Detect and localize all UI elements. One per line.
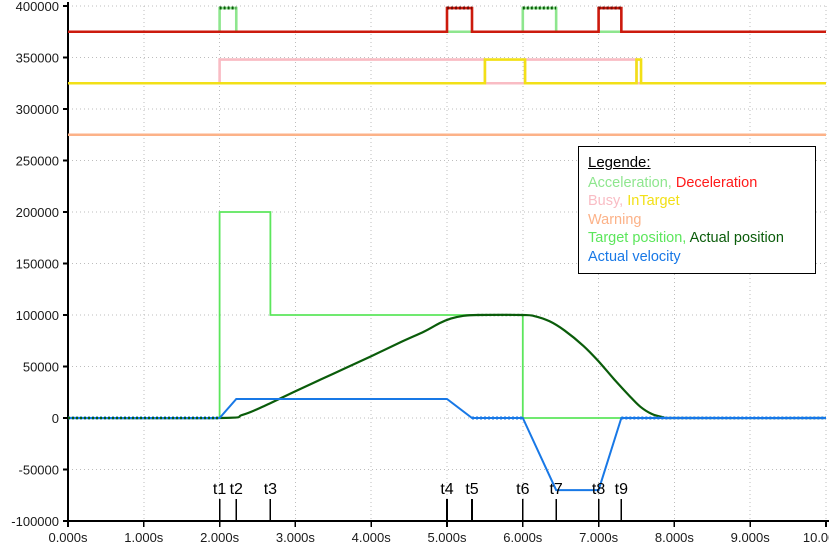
legend-row-acceleration-deceleration: Acceleration, Deceleration <box>588 174 806 192</box>
series-actual-velocity <box>68 397 826 492</box>
event-marker-label-t6: t6 <box>516 481 529 498</box>
marker-layer: t1 t2 t3 t4 t5 t6 t7 t8 t9 <box>213 481 628 521</box>
y-tick-label: 100000 <box>16 308 59 323</box>
x-tick-label: 3.000s <box>276 530 316 545</box>
y-tick-label: 0 <box>52 411 59 426</box>
legend-label-warning: Warning <box>588 211 642 228</box>
x-tick-label: 0.000s <box>48 530 88 545</box>
event-marker-label-t2: t2 <box>230 481 243 498</box>
legend-label-deceleration: Deceleration <box>675 175 758 192</box>
y-tick-label: 300000 <box>16 102 59 117</box>
legend-label-actual-position: Actual position <box>689 230 784 247</box>
y-tick-label: 250000 <box>16 154 59 169</box>
event-marker-label-t8: t8 <box>592 481 605 498</box>
event-marker-label-t3: t3 <box>264 481 277 498</box>
series-deceleration <box>68 6 826 34</box>
x-tick-label: 2.000s <box>200 530 240 545</box>
legend-label-target-position: Target position, <box>588 230 687 247</box>
x-tick-label: 7.000s <box>579 530 619 545</box>
legend-label-acceleration: Acceleration, <box>588 175 672 192</box>
y-tick-label: 150000 <box>16 257 59 272</box>
series-intarget <box>68 58 826 85</box>
x-tick-label: 6.000s <box>503 530 543 545</box>
x-tick-label: 4.000s <box>352 530 392 545</box>
x-tick-label: 9.000s <box>731 530 771 545</box>
legend-box: Legende: Acceleration, Deceleration Busy… <box>578 146 816 275</box>
event-marker-label-t4: t4 <box>440 481 453 498</box>
event-marker-label-t7: t7 <box>549 481 562 498</box>
x-tick-label: 5.000s <box>427 530 467 545</box>
legend-row-target-actual-position: Target position, Actual position <box>588 229 806 247</box>
y-tick-label: 350000 <box>16 51 59 66</box>
y-tick-label: 50000 <box>23 360 59 375</box>
legend-label-intarget: InTarget <box>627 193 680 210</box>
legend-row-busy-intarget: Busy, InTarget <box>588 192 806 210</box>
y-tick-label: 200000 <box>16 205 59 220</box>
x-tick-label: 10.000s <box>803 530 829 545</box>
legend-row-actual-velocity: Actual velocity <box>588 248 806 266</box>
legend-row-warning: Warning <box>588 211 806 229</box>
y-tick-label: -50000 <box>19 463 59 478</box>
x-tick-label: 8.000s <box>655 530 695 545</box>
event-marker-label-t1: t1 <box>213 481 226 498</box>
event-marker-label-t9: t9 <box>615 481 628 498</box>
event-marker-label-t5: t5 <box>465 481 478 498</box>
x-tick-label: 1.000s <box>124 530 164 545</box>
series-busy <box>68 58 826 85</box>
y-tick-label: -100000 <box>11 514 59 529</box>
y-tick-label: 400000 <box>16 0 59 14</box>
legend-label-busy: Busy, <box>588 193 624 210</box>
legend-title: Legende: <box>588 154 651 171</box>
chart-container: t1 t2 t3 t4 t5 t6 t7 t8 t9 400000 350000 300000 250… <box>0 0 829 547</box>
legend-label-actual-velocity: Actual velocity <box>588 248 681 265</box>
